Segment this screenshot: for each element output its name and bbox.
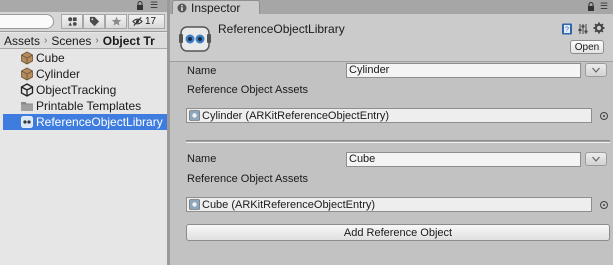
documentation-book-icon[interactable]: ? (561, 23, 573, 35)
asset-item-label: Printable Templates (36, 99, 142, 113)
prefab-icon (21, 67, 33, 81)
asset-item-label: Cylinder (36, 67, 81, 81)
object-reference-value: Cylinder (ARKitReferenceObjectEntry) (202, 109, 390, 122)
eye-slash-icon (132, 17, 143, 26)
folder-icon (21, 102, 33, 111)
tag-icon (89, 16, 99, 27)
asset-item-label: Cube (36, 51, 65, 65)
favorites-button[interactable] (105, 14, 127, 29)
hidden-count: 17 (145, 16, 157, 27)
filter-by-label-button[interactable] (83, 14, 105, 29)
filter-by-type-button[interactable] (61, 14, 83, 29)
search-input[interactable] (0, 14, 54, 29)
name-field[interactable]: Cylinder (346, 63, 581, 78)
scriptable-object-icon (179, 26, 211, 52)
object-title: ReferenceObjectLibrary (218, 22, 345, 36)
name-label: Name (187, 153, 217, 165)
reference-object-assets-label: Reference Object Assets (187, 173, 309, 185)
reference-object-assets-label: Reference Object Assets (187, 84, 309, 96)
breadcrumb-assets[interactable]: Assets (4, 34, 40, 48)
asset-item-label: ReferenceObjectLibrary (36, 115, 163, 129)
object-picker-icon[interactable] (600, 201, 608, 209)
breadcrumb: Assets › Scenes › Object Tr (0, 33, 167, 49)
project-toolbar: 17 (0, 12, 167, 32)
filter-icon (67, 17, 77, 26)
reference-object-entry-icon (189, 199, 200, 210)
preset-sliders-icon[interactable] (577, 23, 589, 35)
asset-item-label: ObjectTracking (36, 83, 117, 97)
project-tab-bar: ☰ (0, 0, 167, 12)
svg-text:?: ? (565, 27, 569, 34)
prefab-icon (21, 51, 33, 65)
asset-list: Cube Cylinder ObjectTracking Printable T… (0, 50, 167, 130)
breadcrumb-scenes[interactable]: Scenes (51, 34, 91, 48)
hidden-packages-toggle[interactable]: 17 (128, 14, 165, 29)
asset-item-objecttracking[interactable]: ObjectTracking (0, 82, 167, 98)
name-label: Name (187, 65, 217, 77)
tab-inspector-label: Inspector (191, 0, 241, 15)
scriptable-object-icon (21, 116, 33, 128)
object-reference-field[interactable]: Cube (ARKitReferenceObjectEntry) (186, 197, 592, 212)
asset-item-cylinder[interactable]: Cylinder (0, 66, 167, 82)
asset-item-printable-templates[interactable]: Printable Templates (0, 98, 167, 114)
gear-icon[interactable] (593, 22, 605, 34)
object-picker-icon[interactable] (600, 112, 608, 120)
name-field[interactable]: Cube (346, 152, 581, 167)
project-panel: ☰ 17 Assets › Scenes › Object Tr Cube Cy… (0, 0, 167, 265)
star-icon (111, 16, 121, 26)
open-button[interactable]: Open (570, 40, 604, 54)
asset-item-cube[interactable]: Cube (0, 50, 167, 66)
unity-scene-icon (20, 83, 34, 97)
breadcrumb-separator-icon: › (44, 35, 48, 46)
panel-menu-icon[interactable]: ☰ (600, 1, 608, 12)
info-icon (177, 3, 187, 12)
chevron-down-icon (592, 67, 600, 73)
inspector-tab-bar: Inspector ☰ (170, 0, 613, 15)
add-reference-object-button[interactable]: Add Reference Object (186, 224, 610, 241)
object-reference-field[interactable]: Cylinder (ARKitReferenceObjectEntry) (186, 108, 592, 123)
lock-icon[interactable] (136, 1, 144, 10)
dropdown-button[interactable] (585, 152, 607, 166)
object-reference-value: Cube (ARKitReferenceObjectEntry) (202, 198, 376, 211)
inspector-panel: Inspector ☰ ReferenceObjectLibrary ? Ope… (170, 0, 613, 265)
breadcrumb-current[interactable]: Object Tr (103, 34, 155, 48)
reference-object-entry-icon (189, 110, 200, 121)
dropdown-button[interactable] (585, 63, 607, 77)
breadcrumb-separator-icon: › (95, 35, 99, 46)
lock-icon[interactable] (587, 2, 595, 11)
asset-item-referenceobjectlibrary[interactable]: ReferenceObjectLibrary (3, 114, 167, 130)
inspector-header: ReferenceObjectLibrary ? Open (170, 14, 613, 62)
chevron-down-icon (592, 156, 600, 162)
panel-menu-icon[interactable]: ☰ (150, 1, 162, 10)
entry-divider (186, 140, 610, 143)
tab-inspector[interactable]: Inspector (172, 0, 260, 15)
